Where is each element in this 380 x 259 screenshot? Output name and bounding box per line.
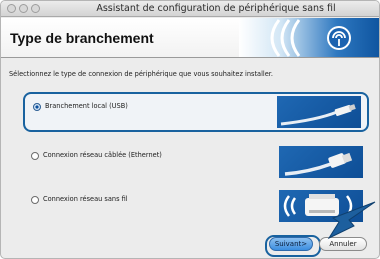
minimize-window-button[interactable] <box>19 4 28 13</box>
option-wireless[interactable]: Connexion réseau sans fil <box>23 190 369 230</box>
option-wireless-label: Connexion réseau sans fil <box>43 195 128 203</box>
option-ethernet[interactable]: Connexion réseau câblée (Ethernet) <box>23 146 369 186</box>
banner-art <box>239 18 379 57</box>
option-ethernet-label: Connexion réseau câblée (Ethernet) <box>43 151 162 159</box>
option-usb[interactable]: Branchement local (USB) <box>23 92 369 132</box>
page-title: Type de branchement <box>10 30 154 46</box>
wireless-icon <box>270 19 351 57</box>
arrow-pointer-icon <box>327 201 376 240</box>
wizard-window: Assistant de configuration de périphériq… <box>0 0 380 259</box>
window-title: Assistant de configuration de périphériq… <box>96 3 336 14</box>
usb-cable-icon <box>277 96 361 128</box>
ethernet-cable-icon <box>279 146 363 178</box>
title-bar: Assistant de configuration de périphériq… <box>1 1 379 17</box>
close-window-button[interactable] <box>7 4 16 13</box>
instruction-text: Sélectionnez le type de connexion de pér… <box>9 70 273 78</box>
next-button[interactable]: Suivant> <box>269 237 313 251</box>
header-banner: Type de branchement <box>1 18 379 58</box>
option-usb-label: Branchement local (USB) <box>45 102 128 110</box>
radio-wireless[interactable] <box>31 196 39 204</box>
zoom-window-button[interactable] <box>31 4 40 13</box>
radio-ethernet[interactable] <box>31 152 39 160</box>
radio-usb[interactable] <box>33 103 41 111</box>
